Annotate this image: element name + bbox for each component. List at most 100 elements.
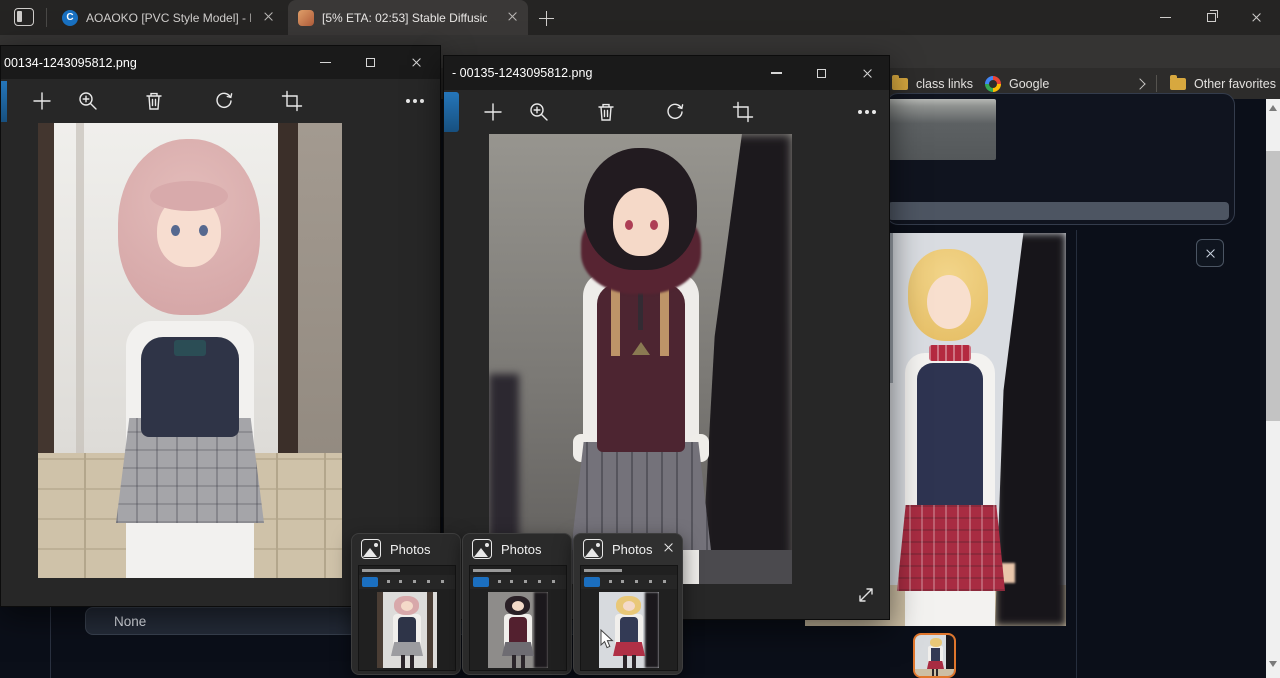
photos-toolbar xyxy=(1,79,440,124)
maximize-button[interactable] xyxy=(353,46,387,79)
see-all-photos-button[interactable] xyxy=(1,81,7,122)
art-leg xyxy=(932,668,934,676)
art-strap xyxy=(611,284,620,356)
mini-toolbar xyxy=(359,575,455,589)
tab-close-icon[interactable] xyxy=(263,11,274,25)
expand-icon[interactable] xyxy=(854,583,878,607)
preview-app-label: Photos xyxy=(501,542,541,557)
minimize-button[interactable] xyxy=(759,56,793,90)
crop-icon[interactable] xyxy=(731,100,755,124)
art-face xyxy=(613,188,669,256)
photos-app-icon xyxy=(361,539,381,559)
stable-diffusion-favicon xyxy=(298,10,314,26)
mini-toolbar xyxy=(581,575,677,589)
page-scrollbar[interactable] xyxy=(1266,99,1280,678)
new-tab-button[interactable] xyxy=(536,8,556,28)
browser-tab-stable-diffusion[interactable]: [5% ETA: 02:53] Stable Diffusion xyxy=(288,0,528,35)
art-strap xyxy=(660,284,669,356)
art-skirt xyxy=(927,661,944,669)
crop-icon[interactable] xyxy=(280,89,304,113)
progress-bar xyxy=(888,202,1229,220)
taskbar-preview-photos-3[interactable]: Photos xyxy=(573,533,683,675)
mini-title-bar xyxy=(584,569,622,572)
photo-image-00134 xyxy=(38,123,342,578)
close-button[interactable] xyxy=(850,56,884,90)
panel-divider xyxy=(50,600,51,678)
favorites-label: Other favorites xyxy=(1194,77,1276,91)
window-title: - 00135-1243095812.png xyxy=(444,66,592,80)
gallery-thumbnail-selected[interactable] xyxy=(913,633,956,678)
add-icon[interactable] xyxy=(30,89,54,113)
art-floor xyxy=(915,669,954,676)
scrollbar-down-arrow[interactable] xyxy=(1269,661,1277,667)
mini-accent-button xyxy=(584,577,600,587)
browser-tab-bar: C AOAOKO [PVC Style Model] - PV [5% ETA:… xyxy=(0,0,1280,35)
art-bow xyxy=(174,340,206,356)
browser-tab-civitai[interactable]: C AOAOKO [PVC Style Model] - PV xyxy=(52,0,284,35)
divider xyxy=(46,8,47,27)
preview-app-label: Photos xyxy=(390,542,430,557)
rotate-icon[interactable] xyxy=(212,89,236,113)
panel-divider xyxy=(1076,230,1077,678)
google-icon xyxy=(985,76,1001,92)
art-eye xyxy=(199,225,208,236)
art-vest xyxy=(931,648,940,661)
tab-close-icon[interactable] xyxy=(507,11,518,25)
mini-accent-button xyxy=(473,577,489,587)
mini-photo xyxy=(377,592,437,668)
art-vest xyxy=(917,363,983,513)
favorites-label: Google xyxy=(1009,77,1049,91)
preview-header: Photos xyxy=(463,534,571,564)
rotate-icon[interactable] xyxy=(663,100,687,124)
see-more-icon[interactable] xyxy=(855,100,879,124)
scrollbar-up-arrow[interactable] xyxy=(1269,105,1277,111)
zoom-in-icon[interactable] xyxy=(527,100,551,124)
photos-app-icon xyxy=(472,539,492,559)
preview-close-icon[interactable] xyxy=(663,542,676,558)
folder-icon xyxy=(892,78,908,90)
zoom-in-icon[interactable] xyxy=(76,89,100,113)
taskbar-preview-photos-1[interactable]: Photos xyxy=(351,533,461,675)
divider xyxy=(1156,75,1157,92)
mini-toolbar xyxy=(470,575,566,589)
maximize-button[interactable] xyxy=(804,56,838,90)
art-eye xyxy=(171,225,180,236)
minimize-button[interactable] xyxy=(308,46,342,79)
mini-title-bar xyxy=(473,569,511,572)
tab-label: AOAOKO [PVC Style Model] - PV xyxy=(86,11,251,25)
photos-toolbar xyxy=(444,90,889,135)
photos-app-icon xyxy=(583,539,603,559)
window-minimize-button[interactable] xyxy=(1142,0,1188,35)
preview-thumbnail[interactable] xyxy=(358,565,456,671)
delete-icon[interactable] xyxy=(594,100,618,124)
preview-thumbnail[interactable] xyxy=(469,565,567,671)
mini-title-bar xyxy=(362,569,400,572)
art-hair xyxy=(150,181,228,211)
mini-photo xyxy=(488,592,548,668)
window-close-button[interactable] xyxy=(1234,0,1280,35)
script-dropdown-value: None xyxy=(114,614,146,629)
window-restore-button[interactable] xyxy=(1188,0,1234,35)
add-icon[interactable] xyxy=(481,100,505,124)
preview-header: Photos xyxy=(352,534,460,564)
art-eye xyxy=(625,220,633,230)
scrollbar-thumb[interactable] xyxy=(1266,151,1280,421)
close-button[interactable] xyxy=(399,46,433,79)
live-preview-box xyxy=(888,99,996,160)
art-eye xyxy=(650,220,658,230)
photos-window-1: 00134-1243095812.png xyxy=(0,45,441,607)
gallery-close-button[interactable] xyxy=(1196,239,1224,267)
preview-thumbnail[interactable] xyxy=(580,565,678,671)
see-more-icon[interactable] xyxy=(403,89,427,113)
preview-header: Photos xyxy=(574,534,682,564)
desktop-screen: C AOAOKO [PVC Style Model] - PV [5% ETA:… xyxy=(0,0,1280,678)
art-face xyxy=(927,275,971,329)
mouse-cursor xyxy=(600,629,616,656)
civitai-favicon: C xyxy=(62,10,78,26)
delete-icon[interactable] xyxy=(142,89,166,113)
mini-accent-button xyxy=(362,577,378,587)
see-all-photos-button[interactable] xyxy=(444,92,459,132)
tab-actions-icon[interactable] xyxy=(14,8,34,26)
tab-label: [5% ETA: 02:53] Stable Diffusion xyxy=(322,11,487,25)
taskbar-preview-photos-2[interactable]: Photos xyxy=(462,533,572,675)
